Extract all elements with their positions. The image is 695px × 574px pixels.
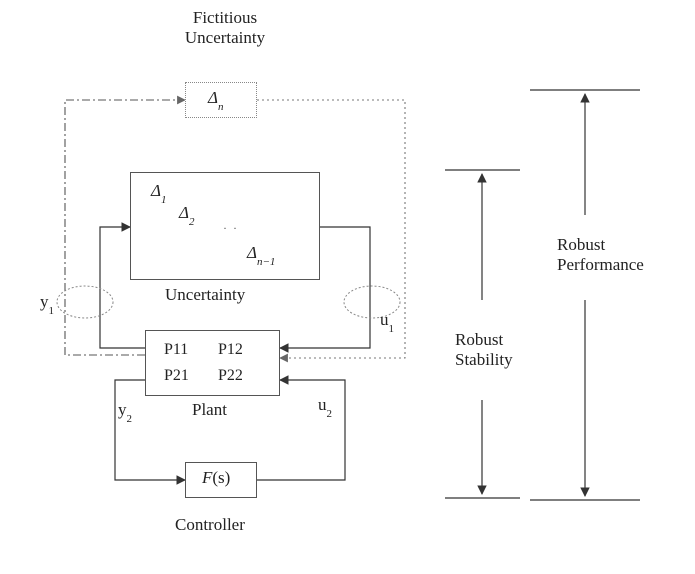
delta-1: Δ1 bbox=[151, 181, 166, 203]
fictitious-l1: Fictitious bbox=[193, 8, 257, 27]
u1-label: u1 bbox=[380, 310, 394, 332]
delta-n-1: Δn−1 bbox=[247, 243, 275, 265]
p21: P21 bbox=[164, 367, 189, 385]
connections-svg bbox=[0, 0, 695, 574]
y2-label: y2 bbox=[118, 400, 132, 422]
controller-label: Controller bbox=[175, 515, 245, 535]
delta-dots: ·· bbox=[223, 221, 243, 236]
p12: P12 bbox=[218, 341, 243, 359]
controller-symbol: F(s) bbox=[202, 468, 230, 488]
delta-2: Δ2 bbox=[179, 203, 194, 225]
plant-block: P11 P12 P21 P22 bbox=[145, 330, 280, 396]
plant-label: Plant bbox=[192, 400, 227, 420]
uncertainty-label: Uncertainty bbox=[165, 285, 245, 305]
p22: P22 bbox=[218, 367, 243, 385]
robust-stability-label: RobustStability bbox=[455, 330, 513, 370]
fictitious-uncertainty-block: Δn bbox=[185, 82, 257, 118]
robust-performance-label: RobustPerformance bbox=[557, 235, 644, 275]
port-y1-ellipse bbox=[57, 286, 113, 318]
delta-n-symbol: Δn bbox=[208, 88, 223, 110]
y1-label: y1 bbox=[40, 292, 54, 314]
u2-label: u2 bbox=[318, 395, 332, 417]
uncertainty-block: Δ1 Δ2 ·· Δn−1 bbox=[130, 172, 320, 280]
fictitious-uncertainty-title: Fictitious Uncertainty bbox=[155, 8, 295, 48]
p11: P11 bbox=[164, 341, 188, 359]
controller-block: F(s) bbox=[185, 462, 257, 498]
fictitious-l2: Uncertainty bbox=[185, 28, 265, 47]
